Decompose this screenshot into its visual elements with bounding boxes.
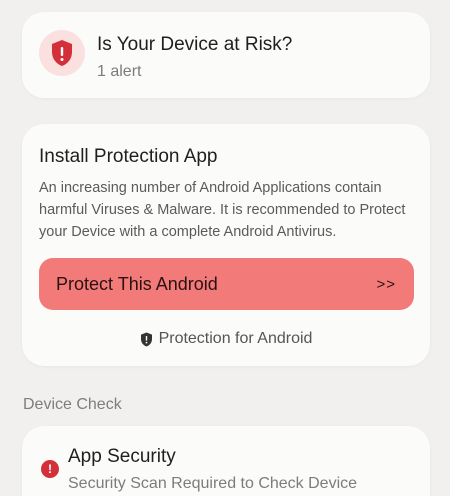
page: Is Your Device at Risk? 1 alert Install …: [0, 0, 450, 496]
protection-footnote-text: Protection for Android: [158, 330, 313, 347]
install-protection-card: Install Protection App An increasing num…: [22, 124, 430, 366]
risk-title: Is Your Device at Risk?: [97, 34, 293, 55]
alert-count: 1 alert: [97, 63, 142, 80]
shield-icon: [140, 332, 153, 347]
double-chevron-icon: >>: [376, 275, 396, 293]
app-security-title: App Security: [68, 446, 176, 467]
protect-android-button[interactable]: Protect This Android >>: [39, 258, 414, 310]
protect-button-label: Protect This Android: [56, 273, 218, 294]
app-security-subtitle: Security Scan Required to Check Device: [68, 475, 358, 492]
section-label-device-check: Device Check: [23, 396, 122, 413]
app-security-card[interactable]: ! App Security Security Scan Required to…: [22, 426, 430, 496]
risk-card[interactable]: Is Your Device at Risk? 1 alert: [22, 12, 430, 98]
install-description: An increasing number of Android Applicat…: [39, 180, 406, 240]
shield-alert-icon: [39, 30, 85, 76]
protection-footnote: Protection for Android: [22, 330, 430, 348]
install-title: Install Protection App: [39, 146, 218, 167]
alert-circle-icon: !: [41, 460, 59, 478]
